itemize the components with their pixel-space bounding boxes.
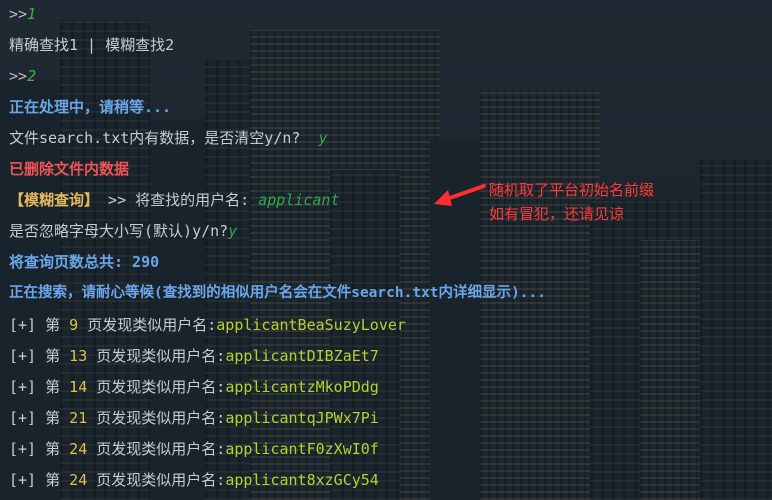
query-input: applicant — [258, 191, 340, 209]
page-number: 24 — [69, 440, 88, 458]
result-line: [+] 第 13 页发现类似用户名:applicantDIBZaEt7 — [9, 344, 379, 368]
query-prompt: >> 将查找的用户名: — [108, 191, 250, 209]
deleted-notice: 已删除文件内数据 — [9, 160, 130, 178]
searching-status: 正在搜索，请耐心等候(查找到的相似用户名会在文件search.txt内详细显示)… — [9, 285, 546, 301]
user-answer: y — [318, 129, 328, 147]
username: applicantBeaSuzyLover — [216, 316, 406, 334]
prompt-line-1: >>1 — [9, 2, 36, 26]
result-prefix: [+] — [9, 471, 37, 489]
found-text: 页发现类似用户名: — [96, 378, 226, 396]
page-number: 14 — [69, 378, 88, 396]
found-text: 页发现类似用户名: — [96, 409, 226, 427]
user-input: 1 — [27, 5, 37, 23]
annotation-note: 随机取了平台初始名前缀 如有冒犯，还请见谅 — [489, 178, 654, 226]
page-word: 第 — [45, 347, 61, 365]
user-input: 2 — [27, 67, 37, 85]
processing-status: 正在处理中，请稍等... — [9, 98, 172, 116]
page-number: 24 — [69, 471, 88, 489]
terminal-output: >>1 精确查找1 | 模糊查找2 >>2 正在处理中，请稍等... 文件sea… — [0, 0, 772, 500]
result-prefix: [+] — [9, 347, 37, 365]
result-line: [+] 第 14 页发现类似用户名:applicantzMkoPDdg — [9, 375, 379, 399]
result-line: [+] 第 24 页发现类似用户名:applicant8xzGCy54 — [9, 468, 379, 492]
annotation-line-1: 随机取了平台初始名前缀 — [489, 181, 655, 199]
question-text: 文件search.txt内有数据，是否清空y/n? — [9, 129, 301, 147]
result-line: [+] 第 24 页发现类似用户名:applicantF0zXwI0f — [9, 437, 379, 461]
page-word: 第 — [45, 316, 61, 334]
annotation-line-2: 如有冒犯，还请见谅 — [489, 205, 625, 223]
username: applicant8xzGCy54 — [225, 471, 379, 489]
red-arrow-icon — [434, 184, 486, 206]
page-word: 第 — [45, 409, 61, 427]
result-line: [+] 第 21 页发现类似用户名:applicantqJPWx7Pi — [9, 406, 379, 430]
page-word: 第 — [45, 471, 61, 489]
menu-options: 精确查找1 | 模糊查找2 — [9, 36, 175, 54]
result-prefix: [+] — [9, 440, 37, 458]
page-number: 21 — [69, 409, 88, 427]
prompt-symbol: >> — [9, 67, 28, 85]
username: applicantDIBZaEt7 — [225, 347, 379, 365]
page-number: 9 — [69, 316, 79, 334]
found-text: 页发现类似用户名: — [96, 471, 226, 489]
page-word: 第 — [45, 378, 61, 396]
question-text: 是否忽略字母大小写(默认)y/n? — [9, 222, 229, 240]
mode-tag: 【模糊查询】 — [9, 191, 100, 209]
user-answer: y — [228, 222, 238, 240]
result-prefix: [+] — [9, 378, 37, 396]
fuzzy-query-line: 【模糊查询】 >> 将查找的用户名: applicant — [9, 188, 339, 212]
username: applicantF0zXwI0f — [225, 440, 379, 458]
found-text: 页发现类似用户名: — [96, 347, 226, 365]
found-text: 页发现类似用户名: — [87, 316, 217, 334]
result-prefix: [+] — [9, 316, 37, 334]
prompt-symbol: >> — [9, 5, 28, 23]
page-number: 13 — [69, 347, 88, 365]
prompt-line-2: >>2 — [9, 64, 36, 88]
found-text: 页发现类似用户名: — [96, 440, 226, 458]
total-pages: 将查询页数总共: 290 — [9, 253, 160, 271]
page-word: 第 — [45, 440, 61, 458]
ignore-case-question: 是否忽略字母大小写(默认)y/n?y — [9, 219, 237, 243]
username: applicantqJPWx7Pi — [225, 409, 379, 427]
result-line: [+] 第 9 页发现类似用户名:applicantBeaSuzyLover — [9, 313, 406, 337]
clear-file-question: 文件search.txt内有数据，是否清空y/n? y — [9, 126, 328, 150]
username: applicantzMkoPDdg — [225, 378, 379, 396]
result-prefix: [+] — [9, 409, 37, 427]
